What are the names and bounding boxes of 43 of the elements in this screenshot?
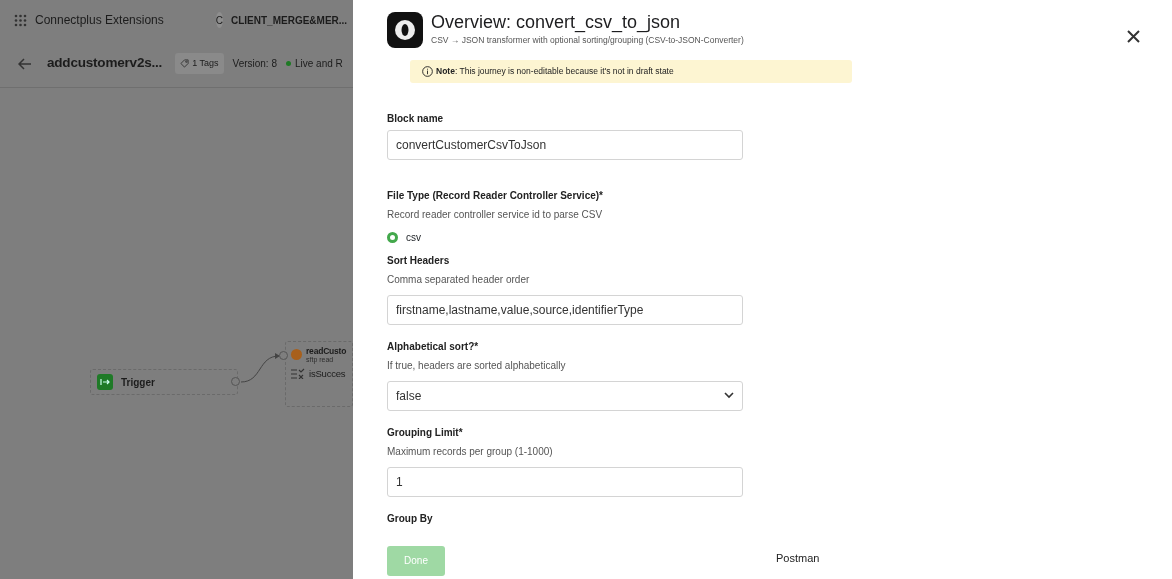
field-label: Sort Headers <box>387 253 451 268</box>
select-field[interactable]: false <box>387 380 743 411</box>
trigger-node[interactable]: Trigger <box>90 369 238 395</box>
field-label: Block name <box>387 111 445 126</box>
apps-grid-icon[interactable] <box>14 13 27 27</box>
field-label: Grouping Limit* <box>387 425 464 440</box>
field-help: If true, headers are sorted alphabetically <box>387 358 567 373</box>
condition-label: isSucces <box>309 366 346 381</box>
field-help: Record reader controller service id to parse CSV <box>387 207 604 222</box>
status-label: Live and R <box>295 57 343 71</box>
back-arrow-icon[interactable] <box>18 57 32 70</box>
trigger-icon <box>97 374 113 390</box>
field-label: File Type (Record Reader Controller Service)* <box>387 188 604 203</box>
node-title: Trigger <box>121 375 155 390</box>
journey-name: addcustomerv2s... <box>47 54 163 73</box>
connector-line <box>240 353 280 383</box>
workspace-name[interactable]: CLIENT_MERGE&MER... <box>231 12 348 28</box>
radio-label: csv <box>406 230 421 245</box>
drawer-title: Overview: convert_csv_to_json <box>431 12 682 34</box>
workspace-avatar: C <box>215 12 223 28</box>
tag-icon <box>180 59 190 68</box>
checklist-icon <box>291 368 305 380</box>
text-field[interactable]: 1 <box>387 466 743 497</box>
step-icon <box>291 349 302 360</box>
app-title: Connectplus Extensions <box>35 12 164 29</box>
drawer-subtitle: CSV → JSON transformer with optional sorting/grouping (CSV-to-JSON-Converter) <box>431 33 744 47</box>
info-icon <box>422 65 433 77</box>
radio-button[interactable] <box>387 231 398 243</box>
input-port[interactable] <box>279 351 288 360</box>
field-label: Alphabetical sort?* <box>387 339 480 354</box>
field-help: Maximum records per group (1-1000) <box>387 444 554 459</box>
field-label: Group By <box>387 511 434 526</box>
status-dot <box>286 61 291 66</box>
tags-button[interactable]: 1 Tags <box>175 52 224 75</box>
logo-icon <box>387 12 423 48</box>
chevron-down-icon <box>724 392 734 400</box>
note-text: Note: This journey is non-editable because it's not in draft state <box>436 65 674 78</box>
select-value: false <box>396 387 422 405</box>
field-help: Comma separated header order <box>387 272 531 287</box>
text-field[interactable]: convertCustomerCsvToJson <box>387 129 743 160</box>
text-field[interactable]: firstname,lastname,value,source,identifierType <box>387 294 743 325</box>
version-label: Version: 8 <box>232 57 277 71</box>
node-title: readCusto <box>306 347 347 356</box>
